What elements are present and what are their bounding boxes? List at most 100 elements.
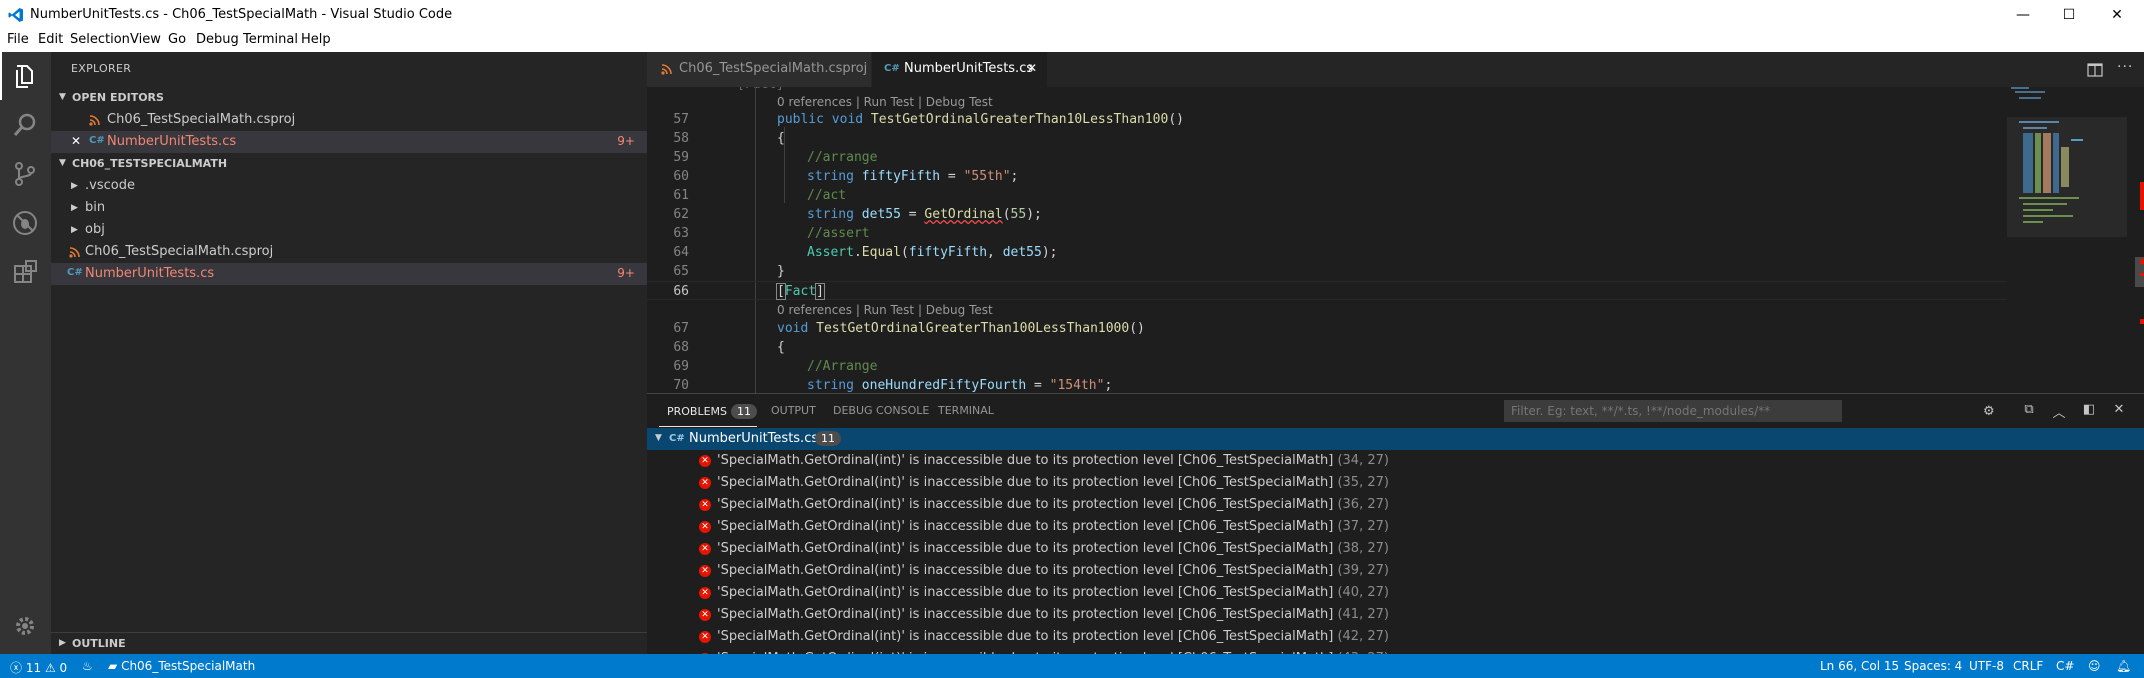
extensions-icon[interactable] — [11, 258, 39, 286]
project-header[interactable]: ▼ CH06_TESTSPECIALMATH — [51, 153, 647, 175]
problem-row[interactable]: ✕ 'SpecialMath.GetOrdinal(int)' is inacce… — [647, 516, 2144, 538]
settings-gear-icon[interactable] — [11, 612, 39, 640]
line-number: 57 — [673, 112, 689, 127]
close-tab-icon[interactable]: ✕ — [1027, 61, 1037, 75]
problem-message: 'SpecialMath.GetOrdinal(int)' is inacces… — [717, 519, 1334, 534]
file-csproj[interactable]: Ch06_TestSpecialMath.csproj — [51, 241, 647, 263]
language-mode[interactable]: C# — [2056, 659, 2074, 673]
problem-count-badge: 9+ — [617, 134, 635, 148]
eol-status[interactable]: CRLF — [2013, 659, 2043, 673]
menu-edit[interactable]: Edit — [38, 32, 63, 47]
open-editors-header[interactable]: ▼ OPEN EDITORS — [51, 87, 647, 109]
vscode-logo-icon — [8, 8, 23, 22]
problems-status[interactable]: ⓧ 11 ⚠ 0 — [10, 659, 67, 676]
folder-vscode[interactable]: ▶ .vscode — [51, 175, 647, 197]
problem-row[interactable]: ✕ 'SpecialMath.GetOrdinal(int)' is inacce… — [647, 560, 2144, 582]
menu-bar: File Edit Selection View Go Debug Termin… — [0, 30, 2144, 52]
more-actions-icon[interactable]: ··· — [2117, 59, 2133, 75]
problem-row[interactable]: ✕ 'SpecialMath.GetOrdinal(int)' is inacce… — [647, 604, 2144, 626]
error-icon: ✕ — [699, 565, 711, 577]
flame-icon[interactable]: ♨ — [82, 659, 93, 673]
sidebar-title: EXPLORER — [71, 62, 132, 75]
editor-tab-bar: Ch06_TestSpecialMath.csproj C# NumberUni… — [647, 52, 2144, 87]
vscode-window: NumberUnitTests.cs - Ch06_TestSpecialMat… — [0, 0, 2144, 678]
error-icon: ✕ — [699, 455, 711, 467]
problem-row[interactable]: ✕ 'SpecialMath.GetOrdinal(int)' is inacce… — [647, 626, 2144, 648]
close-icon[interactable]: ✕ — [71, 134, 81, 148]
error-icon: ✕ — [699, 543, 711, 555]
project-status[interactable]: ▰ Ch06_TestSpecialMath — [108, 659, 255, 673]
notifications-bell-icon[interactable]: 🔔︎ — [2116, 659, 2131, 673]
cursor-position[interactable]: Ln 66, Col 15 — [1820, 659, 1899, 673]
outline-header[interactable]: ▶ OUTLINE — [51, 632, 647, 654]
problems-file-row[interactable]: ▼ C# NumberUnitTests.cs 11 — [647, 428, 2144, 450]
indentation-status[interactable]: Spaces: 4 — [1904, 659, 1962, 673]
collapse-all-icon[interactable]: ⧉ — [2019, 402, 2039, 422]
split-editor-icon[interactable] — [2087, 62, 2103, 78]
file-problem-count-badge: 11 — [815, 431, 841, 446]
rss-icon — [89, 115, 100, 126]
filter-settings-icon[interactable]: ⚙ — [1983, 404, 1995, 419]
minimap[interactable] — [2007, 87, 2144, 393]
problem-position: (38, 27) — [1337, 541, 1389, 556]
problem-message: 'SpecialMath.GetOrdinal(int)' is inacces… — [717, 541, 1334, 556]
problems-count-badge: 11 — [731, 404, 758, 419]
line-number: 66 — [673, 284, 689, 299]
problem-row[interactable]: ✕ 'SpecialMath.GetOrdinal(int)' is inacce… — [647, 494, 2144, 516]
maximize-panel-icon[interactable]: ︿ — [2049, 402, 2069, 422]
folder-bin[interactable]: ▶ bin — [51, 197, 647, 219]
menu-terminal[interactable]: Terminal — [243, 32, 298, 47]
debug-icon[interactable] — [11, 209, 39, 237]
explorer-sidebar: EXPLORER ▼ OPEN EDITORS Ch06_TestSpecial… — [51, 52, 647, 654]
menu-view[interactable]: View — [130, 32, 161, 47]
menu-go[interactable]: Go — [168, 32, 186, 47]
encoding-status[interactable]: UTF-8 — [1969, 659, 2004, 673]
problem-message: 'SpecialMath.GetOrdinal(int)' is inacces… — [717, 629, 1334, 644]
file-numberunittests[interactable]: C# NumberUnitTests.cs 9+ — [51, 263, 647, 285]
tab-debug-console[interactable]: DEBUG CONSOLE — [833, 404, 929, 417]
tab-terminal[interactable]: TERMINAL — [938, 404, 994, 417]
code-editor[interactable]: [Fact] 0 references | Run Test | Debug T… — [647, 87, 2144, 393]
problem-row[interactable]: ✕ 'SpecialMath.GetOrdinal(int)' is inacce… — [647, 450, 2144, 472]
folder-obj[interactable]: ▶ obj — [51, 219, 647, 241]
open-editor-item-numberunittests[interactable]: ✕ C# NumberUnitTests.cs 9+ — [51, 131, 647, 153]
close-panel-icon[interactable]: ✕ — [2109, 402, 2129, 422]
line-number: 60 — [673, 169, 689, 184]
open-editor-item-csproj[interactable]: Ch06_TestSpecialMath.csproj — [51, 109, 647, 131]
source-control-icon[interactable] — [11, 160, 39, 188]
tab-output[interactable]: OUTPUT — [771, 404, 816, 417]
codelens[interactable]: 0 references | Run Test | Debug Test — [777, 95, 993, 109]
maximize-button[interactable]: ☐ — [2046, 0, 2092, 30]
problem-message: 'SpecialMath.GetOrdinal(int)' is inacces… — [717, 585, 1334, 600]
tab-problems[interactable]: PROBLEMS 11 — [667, 404, 758, 419]
problems-filter-input[interactable] — [1504, 400, 1842, 422]
minimize-button[interactable]: — — [2000, 0, 2046, 30]
search-icon[interactable] — [11, 111, 39, 139]
error-icon: ⓧ — [10, 661, 23, 675]
toggle-panel-position-icon[interactable]: ◧ — [2079, 402, 2099, 422]
menu-file[interactable]: File — [7, 32, 29, 47]
error-icon: ✕ — [699, 499, 711, 511]
line-number: 67 — [673, 321, 689, 336]
error-icon: ✕ — [699, 609, 711, 621]
line-number: 63 — [673, 226, 689, 241]
explorer-icon[interactable] — [11, 62, 39, 90]
warning-icon: ⚠ — [44, 661, 56, 675]
panel-header: PROBLEMS 11 OUTPUT DEBUG CONSOLE TERMINAL… — [647, 393, 2144, 428]
codelens[interactable]: 0 references | Run Test | Debug Test — [777, 303, 993, 317]
feedback-smiley-icon[interactable]: ☺ — [2088, 659, 2101, 673]
menu-debug[interactable]: Debug — [196, 32, 239, 47]
problem-row[interactable]: ✕ 'SpecialMath.GetOrdinal(int)' is inacce… — [647, 582, 2144, 604]
menu-help[interactable]: Help — [301, 32, 331, 47]
problem-position: (34, 27) — [1337, 453, 1389, 468]
csharp-icon: C# — [669, 433, 685, 444]
close-window-button[interactable]: ✕ — [2094, 0, 2140, 30]
problem-row[interactable]: ✕ 'SpecialMath.GetOrdinal(int)' is inacce… — [647, 538, 2144, 560]
chevron-down-icon: ▼ — [59, 158, 66, 168]
tab-csproj[interactable]: Ch06_TestSpecialMath.csproj — [647, 52, 871, 87]
menu-selection[interactable]: Selection — [70, 32, 130, 47]
problem-row[interactable]: ✕ 'SpecialMath.GetOrdinal(int)' is inacce… — [647, 472, 2144, 494]
problem-count-badge: 9+ — [617, 266, 635, 280]
tab-numberunittests[interactable]: C# NumberUnitTests.cs ✕ — [872, 52, 1047, 87]
chevron-right-icon: ▶ — [71, 203, 78, 213]
